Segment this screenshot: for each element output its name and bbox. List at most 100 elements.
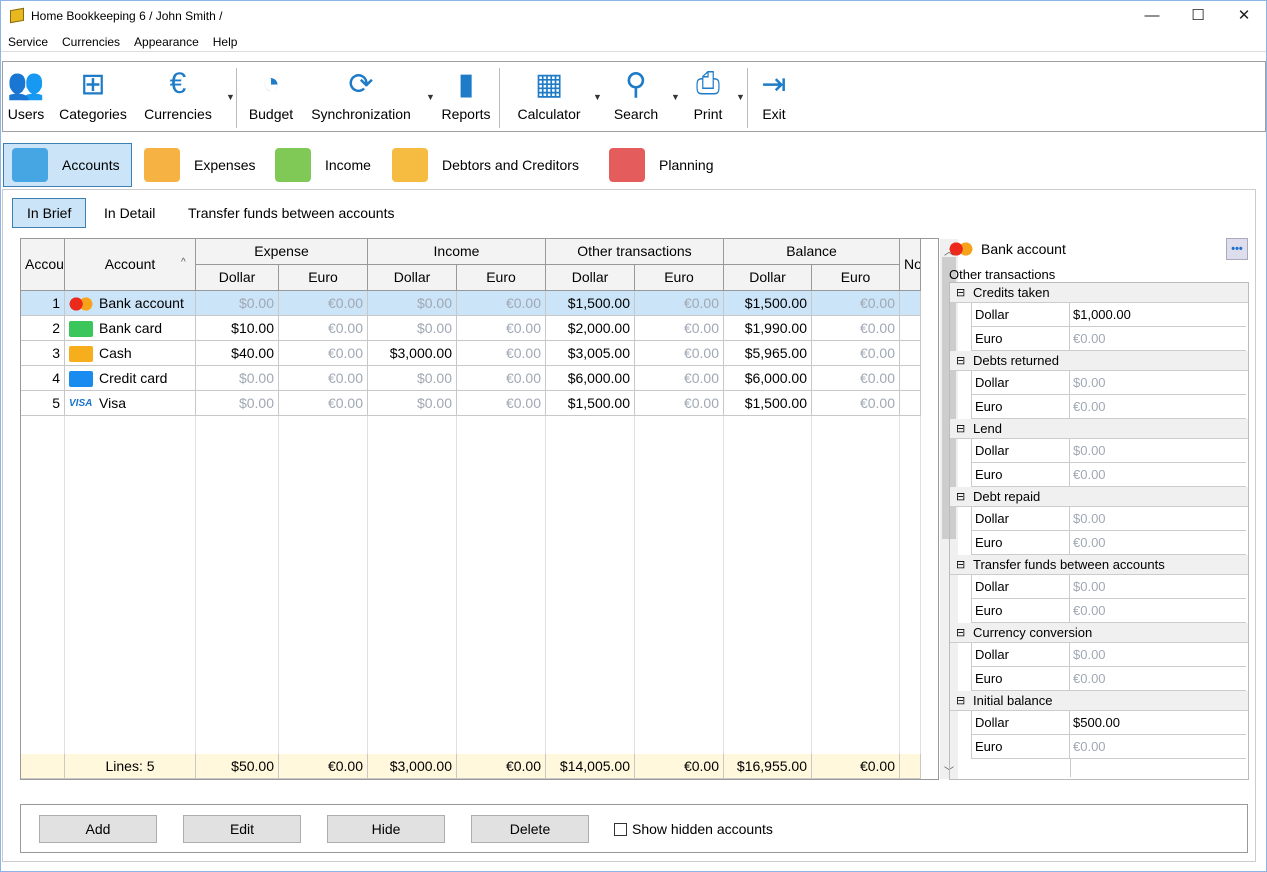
collapse-icon[interactable]: ⊟ [956, 351, 965, 371]
value-cell[interactable]: €0.00 [457, 366, 546, 391]
value-cell[interactable]: $1,990.00 [724, 316, 812, 341]
value-cell[interactable]: $1,500.00 [724, 291, 812, 316]
value-cell[interactable]: €0.00 [635, 391, 724, 416]
property-value[interactable]: €0.00 [1070, 463, 1246, 487]
toolbar-categories-button[interactable]: ⊞ Categories [55, 62, 131, 131]
add-button[interactable]: Add [39, 815, 157, 843]
value-cell[interactable]: €0.00 [279, 366, 368, 391]
value-cell[interactable]: $1,500.00 [724, 391, 812, 416]
property-value[interactable]: €0.00 [1070, 327, 1246, 351]
collapse-icon[interactable]: ⊟ [956, 623, 965, 643]
value-cell[interactable]: €0.00 [635, 341, 724, 366]
menu-service[interactable]: Service [1, 32, 55, 49]
value-cell[interactable]: $2,000.00 [546, 316, 635, 341]
collapse-icon[interactable]: ⊟ [956, 691, 965, 711]
value-cell[interactable]: $10.00 [196, 316, 279, 341]
collapse-icon[interactable]: ⊟ [956, 487, 965, 507]
value-cell[interactable]: $0.00 [368, 291, 457, 316]
tab-accounts[interactable]: Accounts [3, 143, 132, 187]
accounts-table[interactable]: Accou Account ^ No Expense Dollar Euro Income Do… [20, 238, 958, 780]
value-cell[interactable]: $1,500.00 [546, 391, 635, 416]
value-cell[interactable]: $40.00 [196, 341, 279, 366]
toolbar-search-button[interactable]: ⚲ Search [606, 62, 666, 131]
row-number[interactable]: 4 [21, 366, 65, 391]
close-button[interactable]: ✕ [1221, 3, 1267, 29]
value-cell[interactable]: €0.00 [279, 341, 368, 366]
tab-planning[interactable]: Planning [601, 143, 721, 187]
dropdown-arrow-icon[interactable]: ▼ [671, 92, 680, 102]
value-cell[interactable]: €0.00 [279, 316, 368, 341]
minimize-button[interactable]: — [1129, 3, 1175, 29]
dropdown-arrow-icon[interactable]: ▼ [226, 92, 235, 102]
maximize-button[interactable]: ☐ [1175, 3, 1221, 29]
value-cell[interactable]: €0.00 [279, 291, 368, 316]
value-cell[interactable]: €0.00 [812, 291, 900, 316]
value-cell[interactable]: $0.00 [368, 366, 457, 391]
column-header-account[interactable]: Account [65, 239, 196, 291]
row-number[interactable]: 3 [21, 341, 65, 366]
account-name-cell[interactable]: VISA Visa [65, 391, 196, 416]
value-cell[interactable]: €0.00 [635, 291, 724, 316]
value-cell[interactable]: $5,965.00 [724, 341, 812, 366]
value-cell[interactable]: €0.00 [812, 341, 900, 366]
property-value[interactable]: $0.00 [1070, 371, 1246, 395]
tab-expenses[interactable]: Expenses [136, 143, 261, 187]
menu-currencies[interactable]: Currencies [55, 32, 127, 49]
value-cell[interactable]: $0.00 [368, 316, 457, 341]
subtab-in-detail[interactable]: In Detail [90, 198, 169, 228]
menu-appearance[interactable]: Appearance [127, 32, 206, 49]
edit-button[interactable]: Edit [183, 815, 301, 843]
column-header-dollar[interactable]: Dollar [196, 265, 279, 291]
property-value[interactable]: $500.00 [1070, 711, 1246, 735]
show-hidden-checkbox[interactable] [614, 823, 627, 836]
value-cell[interactable]: $1,500.00 [546, 291, 635, 316]
toolbar-budget-button[interactable]: ◔ Budget [243, 62, 299, 131]
value-cell[interactable]: $0.00 [196, 291, 279, 316]
column-header-dollar[interactable]: Dollar [724, 265, 812, 291]
account-name-cell[interactable]: Bank card [65, 316, 196, 341]
collapse-icon[interactable]: ⊟ [956, 419, 965, 439]
toolbar-calculator-button[interactable]: ▦ Calculator [509, 62, 589, 131]
value-cell[interactable]: €0.00 [812, 391, 900, 416]
value-cell[interactable]: $0.00 [196, 366, 279, 391]
dropdown-arrow-icon[interactable]: ▼ [736, 92, 745, 102]
column-header-euro[interactable]: Euro [635, 265, 724, 291]
column-header-euro[interactable]: Euro [812, 265, 900, 291]
toolbar-users-button[interactable]: 👥 Users [6, 62, 46, 131]
value-cell[interactable]: $3,005.00 [546, 341, 635, 366]
show-hidden-label[interactable]: Show hidden accounts [632, 821, 773, 837]
hide-button[interactable]: Hide [327, 815, 445, 843]
column-header-euro[interactable]: Euro [457, 265, 546, 291]
property-value[interactable]: €0.00 [1070, 735, 1246, 759]
value-cell[interactable]: $3,000.00 [368, 341, 457, 366]
column-header-number[interactable]: Accou [21, 239, 65, 291]
column-header-dollar[interactable]: Dollar [368, 265, 457, 291]
tab-income[interactable]: Income [267, 143, 379, 187]
value-cell[interactable]: €0.00 [457, 316, 546, 341]
value-cell[interactable]: $0.00 [368, 391, 457, 416]
value-cell[interactable]: €0.00 [635, 316, 724, 341]
dropdown-arrow-icon[interactable]: ▼ [593, 92, 602, 102]
value-cell[interactable]: €0.00 [457, 341, 546, 366]
value-cell[interactable]: €0.00 [457, 391, 546, 416]
property-value[interactable]: $0.00 [1070, 643, 1246, 667]
value-cell[interactable]: €0.00 [812, 366, 900, 391]
account-name-cell[interactable]: Credit card [65, 366, 196, 391]
toolbar-reports-button[interactable]: ▮ Reports [437, 62, 495, 131]
row-number[interactable]: 5 [21, 391, 65, 416]
value-cell[interactable]: $6,000.00 [724, 366, 812, 391]
dropdown-arrow-icon[interactable]: ▼ [426, 92, 435, 102]
row-number[interactable]: 2 [21, 316, 65, 341]
subtab-transfer-funds-between-accounts[interactable]: Transfer funds between accounts [174, 198, 409, 228]
property-value[interactable]: €0.00 [1070, 531, 1246, 555]
collapse-icon[interactable]: ⊟ [956, 555, 965, 575]
toolbar-synchronization-button[interactable]: ⟳ Synchronization [305, 62, 417, 131]
subtab-in-brief[interactable]: In Brief [12, 198, 87, 228]
column-header-euro[interactable]: Euro [279, 265, 368, 291]
value-cell[interactable]: $0.00 [196, 391, 279, 416]
more-options-button[interactable]: ••• [1226, 238, 1248, 260]
value-cell[interactable]: €0.00 [279, 391, 368, 416]
toolbar-exit-button[interactable]: ⇥ Exit [755, 62, 793, 131]
property-value[interactable]: $0.00 [1070, 507, 1246, 531]
value-cell[interactable]: $6,000.00 [546, 366, 635, 391]
